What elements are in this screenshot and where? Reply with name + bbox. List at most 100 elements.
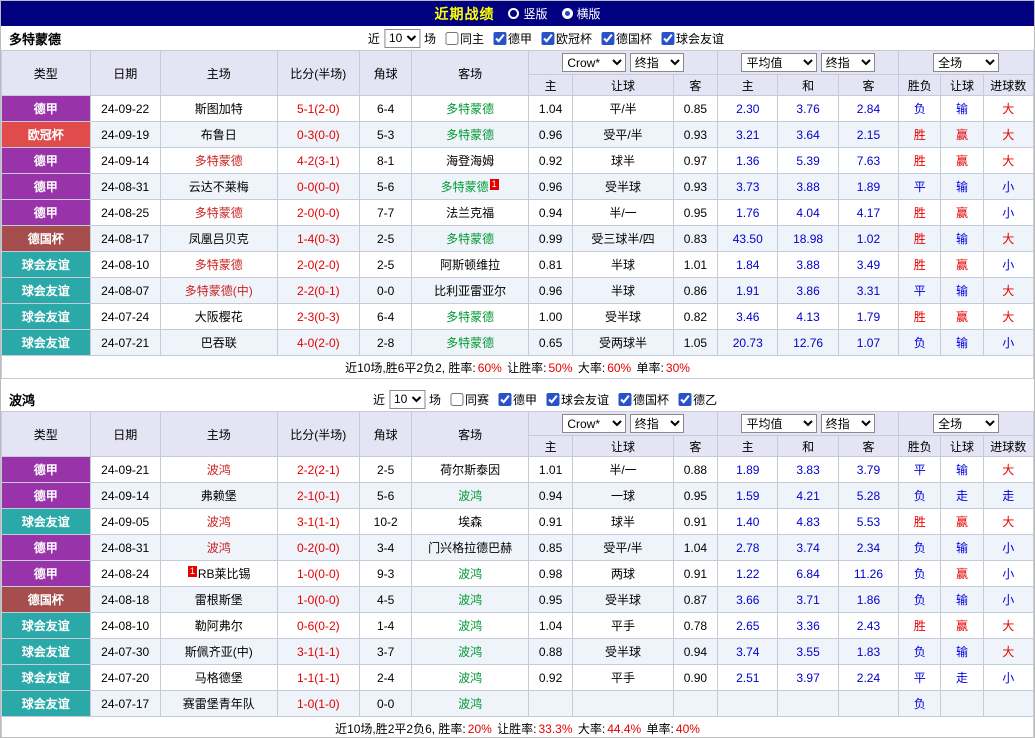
average-select[interactable]: 平均值 — [741, 53, 817, 72]
league-checkbox[interactable] — [546, 393, 559, 406]
radio-icon — [562, 8, 573, 19]
league-checkbox[interactable] — [493, 32, 506, 45]
same-filter[interactable]: 同赛 — [443, 391, 489, 408]
handicap-line: 受平/半 — [573, 122, 674, 148]
odds-stage-select[interactable]: 终指 — [630, 53, 684, 72]
league-filter-1[interactable]: 球会友谊 — [539, 391, 609, 408]
match-date: 24-09-14 — [90, 483, 160, 509]
competition-badge: 球会友谊 — [2, 665, 91, 691]
handicap-line: 半球 — [573, 278, 674, 304]
league-checkbox[interactable] — [678, 393, 691, 406]
league-filter-3[interactable]: 德乙 — [671, 391, 717, 408]
home-team: 布鲁日 — [160, 122, 277, 148]
match-row: 德甲24-08-241RB莱比锡1-0(0-0)9-3波鸿0.98两球0.911… — [2, 561, 1034, 587]
league-filter-2[interactable]: 德国杯 — [594, 30, 652, 47]
league-filter-1[interactable]: 欧冠杯 — [534, 30, 592, 47]
score: 2-3(0-3) — [277, 304, 359, 330]
average-select[interactable]: 平均值 — [741, 414, 817, 433]
handicap-line: 受半球 — [573, 639, 674, 665]
league-checkbox[interactable] — [601, 32, 614, 45]
summary-row: 近10场,胜2平2负6, 胜率:20% 让胜率:33.3% 大率:44.4% 单… — [2, 717, 1034, 738]
league-checkbox[interactable] — [541, 32, 554, 45]
vertical-layout-radio[interactable]: 竖版 — [508, 5, 547, 22]
radio-icon — [508, 8, 519, 19]
score: 5-1(2-0) — [277, 96, 359, 122]
summary-value: 60% — [478, 361, 502, 375]
same-filter-label: 同主 — [460, 30, 484, 47]
result-handicap — [941, 691, 983, 717]
handicap-odds-away — [673, 691, 717, 717]
average-odds-group: 平均值 终指 — [718, 51, 899, 75]
result-goals: 小 — [983, 174, 1033, 200]
corners: 3-7 — [360, 639, 412, 665]
scope-select[interactable]: 全场 — [933, 53, 999, 72]
avg-stage-select[interactable]: 终指 — [821, 53, 875, 72]
result-outcome: 平 — [899, 278, 941, 304]
bookmaker-select[interactable]: Crow* — [562, 414, 626, 433]
avg-stage-select[interactable]: 终指 — [821, 414, 875, 433]
handicap-odds-home: 1.01 — [528, 457, 572, 483]
handicap-odds-home: 0.96 — [528, 122, 572, 148]
avg-odds-draw: 3.36 — [778, 613, 838, 639]
result-goals: 大 — [983, 613, 1033, 639]
avg-odds-home: 20.73 — [718, 330, 778, 356]
match-date: 24-09-05 — [90, 509, 160, 535]
handicap-line: 平手 — [573, 613, 674, 639]
same-filter[interactable]: 同主 — [438, 30, 484, 47]
away-team: 波鸿 — [412, 483, 529, 509]
score: 4-0(2-0) — [277, 330, 359, 356]
avg-odds-draw: 3.83 — [778, 457, 838, 483]
handicap-odds-away: 0.95 — [673, 483, 717, 509]
result-handicap: 输 — [941, 226, 983, 252]
summary-row: 近10场,胜6平2负2, 胜率:60% 让胜率:50% 大率:60% 单率:30… — [2, 356, 1034, 379]
result-outcome: 负 — [899, 483, 941, 509]
league-checkbox[interactable] — [498, 393, 511, 406]
away-team: 波鸿 — [412, 691, 529, 717]
col-avg-away: 客 — [838, 75, 898, 96]
handicap-odds-away: 1.01 — [673, 252, 717, 278]
score: 1-4(0-3) — [277, 226, 359, 252]
league-checkbox[interactable] — [618, 393, 631, 406]
league-filter-0[interactable]: 德甲 — [486, 30, 532, 47]
competition-badge: 球会友谊 — [2, 304, 91, 330]
corners: 5-3 — [360, 122, 412, 148]
same-filter-checkbox[interactable] — [445, 32, 458, 45]
handicap-odds-home: 1.00 — [528, 304, 572, 330]
handicap-line: 球半 — [573, 148, 674, 174]
section-header: 多特蒙德 近 10 场 同主 德甲 欧冠杯 — [1, 26, 1034, 50]
league-filter-3[interactable]: 球会友谊 — [654, 30, 724, 47]
summary-label: 让胜率: — [494, 722, 537, 736]
same-filter-checkbox[interactable] — [450, 393, 463, 406]
result-handicap: 走 — [941, 665, 983, 691]
match-count-select[interactable]: 10 — [389, 390, 425, 409]
handicap-odds-away: 0.97 — [673, 148, 717, 174]
league-filter-0[interactable]: 德甲 — [491, 391, 537, 408]
avg-odds-away: 3.49 — [838, 252, 898, 278]
avg-odds-away: 2.84 — [838, 96, 898, 122]
league-filter-2[interactable]: 德国杯 — [611, 391, 669, 408]
handicap-odds-away: 0.78 — [673, 613, 717, 639]
score: 3-1(1-1) — [277, 509, 359, 535]
scope-select[interactable]: 全场 — [933, 414, 999, 433]
avg-odds-away: 1.86 — [838, 587, 898, 613]
result-goals: 走 — [983, 483, 1033, 509]
result-outcome: 胜 — [899, 252, 941, 278]
odds-stage-select[interactable]: 终指 — [630, 414, 684, 433]
corners: 0-0 — [360, 691, 412, 717]
handicap-odds-home: 0.94 — [528, 200, 572, 226]
bookmaker-select[interactable]: Crow* — [562, 53, 626, 72]
competition-badge: 球会友谊 — [2, 509, 91, 535]
header-group-row: 类型 日期 主场 比分(半场) 角球 客场 Crow* 终指 平均值 终指 — [2, 51, 1034, 75]
result-outcome: 胜 — [899, 200, 941, 226]
result-goals: 小 — [983, 252, 1033, 278]
result-outcome: 负 — [899, 535, 941, 561]
home-team: 波鸿 — [160, 457, 277, 483]
horizontal-layout-radio[interactable]: 横版 — [562, 5, 601, 22]
match-count-select[interactable]: 10 — [384, 29, 420, 48]
score: 2-1(0-1) — [277, 483, 359, 509]
col-date: 日期 — [90, 412, 160, 457]
handicap-odds-away: 1.05 — [673, 330, 717, 356]
match-row: 球会友谊24-08-07多特蒙德(中)2-2(0-1)0-0比利亚雷亚尔0.96… — [2, 278, 1034, 304]
handicap-odds-away: 0.86 — [673, 278, 717, 304]
league-checkbox[interactable] — [661, 32, 674, 45]
